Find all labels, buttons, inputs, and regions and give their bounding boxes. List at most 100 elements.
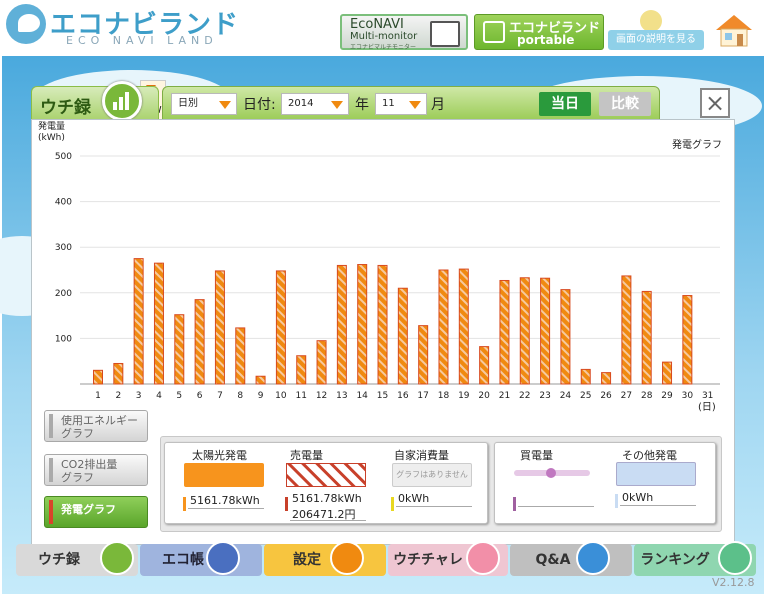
nav-uchi-challenge[interactable]: ウチチャレ — [388, 541, 508, 576]
bar-day-12 — [316, 340, 327, 385]
house-icon[interactable] — [712, 12, 756, 48]
nav-ranking[interactable]: ランキング — [634, 541, 756, 576]
econavi-small-caption: エコナビマルチモニター — [350, 44, 417, 51]
energy-usage-graph-button[interactable]: 使用エネルギー グラフ — [44, 410, 148, 442]
bar-day-11 — [296, 355, 307, 385]
co2-label-2: グラフ — [61, 471, 94, 484]
year-select-value: 2014 — [288, 98, 314, 109]
x-tick-label: 9 — [258, 391, 264, 401]
year-select[interactable]: 2014 — [281, 93, 349, 115]
button-indicator — [49, 500, 53, 524]
flag-icon — [466, 541, 500, 575]
legend-self-consumption-marker — [391, 497, 394, 511]
x-tick-label: 20 — [478, 391, 490, 401]
bar-day-29 — [662, 361, 673, 385]
year-label: 年 — [355, 97, 369, 113]
button-indicator — [49, 458, 53, 482]
wrench-icon — [330, 541, 364, 575]
bar-day-25 — [580, 368, 591, 385]
legend-self-consumption-title: 自家消費量 — [394, 449, 449, 462]
x-tick-label: 1 — [95, 391, 101, 401]
energy-usage-label-2: グラフ — [61, 427, 94, 440]
crown-icon — [718, 541, 752, 575]
legend-solar-marker — [183, 497, 186, 511]
legend-solar-value: 5161.78kWh — [190, 494, 260, 507]
bar-day-22 — [519, 277, 530, 385]
x-tick-label: 28 — [641, 391, 653, 401]
x-tick-label: 10 — [275, 391, 287, 401]
bar-day-14 — [357, 264, 368, 385]
bar-day-8 — [235, 327, 246, 385]
legend-sold-value: 5161.78kWh — [292, 492, 362, 505]
month-select-value: 11 — [382, 98, 395, 109]
bar-day-6 — [194, 299, 205, 385]
nav-settings-label: 設定 — [293, 552, 321, 568]
legend-underline — [620, 505, 696, 506]
app-header: エコナビランド ECO NAVI LAND EcoNAVI Multi-moni… — [0, 0, 766, 56]
question-icon — [576, 541, 610, 575]
bar-day-16 — [397, 287, 408, 385]
date-label: 日付: — [243, 97, 276, 113]
nav-qa[interactable]: Q&A — [510, 541, 632, 576]
app-logo-subtitle: ECO NAVI LAND — [66, 34, 218, 47]
x-tick-label: 2 — [115, 391, 121, 401]
co2-emission-graph-button[interactable]: CO2排出量 グラフ — [44, 454, 148, 486]
nav-ecocho[interactable]: エコ帳 — [140, 541, 262, 576]
eco-navi-land-logo-icon — [6, 4, 46, 44]
econavi-multi-monitor-button[interactable]: EcoNAVI Multi-monitor エコナビマルチモニター — [340, 14, 468, 51]
portable-device-icon — [483, 21, 505, 43]
legend-other-value: 0kWh — [622, 491, 654, 504]
nav-ecocho-label: エコ帳 — [162, 552, 204, 568]
bar-chart-icon — [102, 81, 142, 121]
x-tick-label: 22 — [519, 391, 530, 401]
legend-underline — [396, 506, 472, 507]
bar-day-21 — [499, 279, 510, 385]
notebook-icon — [206, 541, 240, 575]
co2-label-1: CO2排出量 — [61, 458, 118, 471]
monitor-icon — [430, 21, 460, 47]
bar-day-28 — [641, 290, 652, 385]
power-generation-bar-chart: 1002003004005001 2 3 4 5 6 7 8 9 10 11 12 13 14 15 16 17… — [55, 152, 720, 401]
bar-day-13 — [336, 264, 347, 385]
x-tick-label: 4 — [156, 391, 162, 401]
nav-uchi-challenge-label: ウチチャレ — [393, 552, 463, 568]
y-axis-title: 発電量 (kWh) — [38, 122, 65, 144]
nav-settings[interactable]: 設定 — [264, 541, 386, 576]
x-tick-label: 13 — [336, 391, 347, 401]
bar-day-24 — [560, 289, 571, 385]
x-tick-label: 19 — [458, 391, 470, 401]
legend-underline — [518, 506, 594, 507]
compare-button[interactable]: 比較 — [599, 92, 651, 116]
version-label: V2.12.8 — [712, 576, 755, 589]
power-generation-graph-button[interactable]: 発電グラフ — [44, 496, 148, 528]
close-button[interactable]: × — [700, 88, 730, 118]
econavi-subtitle: Multi-monitor — [350, 31, 418, 42]
month-label: 月 — [431, 97, 445, 113]
chevron-down-icon — [409, 101, 421, 109]
month-select[interactable]: 11 — [375, 93, 427, 115]
bar-day-27 — [621, 275, 632, 385]
y-tick-label: 400 — [55, 198, 72, 208]
energy-usage-label-1: 使用エネルギー — [61, 414, 138, 427]
x-tick-label: 12 — [316, 391, 327, 401]
bar-day-5 — [174, 314, 185, 385]
legend-other-marker — [615, 494, 618, 508]
period-select[interactable]: 日別 — [171, 93, 237, 115]
help-screen-button[interactable]: 画面の説明を見る — [608, 30, 704, 50]
legend-sold-marker — [285, 497, 288, 511]
nav-qa-label: Q&A — [535, 552, 571, 568]
bar-day-18 — [438, 269, 449, 385]
x-tick-label: 29 — [661, 391, 673, 401]
tab-uchiroku-label: ウチ録 — [40, 98, 91, 118]
legend-self-consumption-swatch: グラフはありません — [392, 463, 472, 487]
bar-day-15 — [377, 264, 388, 385]
today-button[interactable]: 当日 — [539, 92, 591, 116]
y-tick-label: 100 — [55, 334, 72, 344]
eco-navi-land-portable-button[interactable]: エコナビランド portable — [474, 14, 604, 50]
x-tick-label: 15 — [377, 391, 388, 401]
nav-uchiroku[interactable]: ウチ録 — [16, 541, 138, 576]
legend-other-title: その他発電 — [622, 449, 677, 462]
tab-uchiroku[interactable]: ウチ録 — [31, 81, 159, 121]
bar-day-26 — [601, 372, 612, 385]
y-axis-title-line2: (kWh) — [38, 133, 65, 143]
